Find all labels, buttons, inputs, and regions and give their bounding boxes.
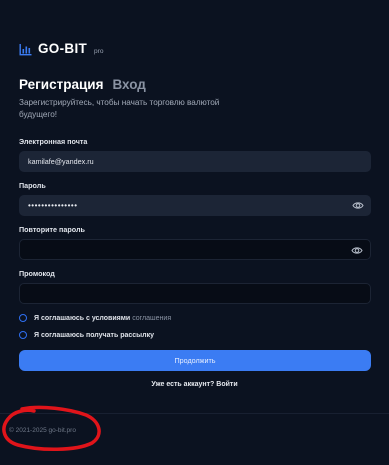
brand-logo[interactable]: GO-BIT pro — [19, 42, 103, 56]
tab-register[interactable]: Регистрация — [19, 77, 103, 92]
newsletter-label: Я соглашаюсь получать рассылку — [34, 331, 154, 339]
page-subtitle: Зарегистрируйтесь, чтобы начать торговлю… — [19, 98, 220, 119]
promo-field[interactable] — [29, 289, 361, 298]
login-prompt: Уже есть аккаунт? Войти — [0, 381, 389, 388]
auth-tabs: Регистрация Вход — [19, 77, 146, 92]
password-field[interactable] — [28, 201, 362, 210]
terms-checkbox-row[interactable]: Я соглашаюсь с условиями соглашения — [19, 314, 171, 322]
promo-field-container — [19, 283, 371, 304]
password-label: Пароль — [19, 181, 46, 190]
email-label: Электронная почта — [19, 137, 88, 146]
promo-label: Промокод — [19, 269, 55, 278]
email-field-container — [19, 151, 371, 172]
tab-login[interactable]: Вход — [112, 77, 145, 92]
terms-text: Я соглашаюсь с условиями — [34, 314, 131, 322]
continue-button[interactable]: Продолжить — [19, 350, 371, 371]
terms-label: Я соглашаюсь с условиями соглашения — [34, 315, 171, 322]
registration-page: GO-BIT pro Регистрация Вход Зарегистриру… — [0, 0, 389, 465]
bar-chart-icon — [19, 44, 32, 56]
footer-divider — [0, 413, 389, 414]
confirm-password-field[interactable] — [29, 245, 361, 254]
newsletter-checkbox-row[interactable]: Я соглашаюсь получать рассылку — [19, 331, 154, 339]
copyright-text: © 2021-2025 go-bit.pro — [9, 427, 76, 434]
login-link[interactable]: Войти — [216, 381, 237, 388]
email-field[interactable] — [28, 157, 362, 166]
login-prompt-text: Уже есть аккаунт? — [151, 381, 215, 388]
terms-checkbox[interactable] — [19, 314, 27, 322]
eye-icon[interactable] — [352, 200, 364, 211]
brand-name: GO-BIT — [38, 41, 88, 56]
brand-suffix: pro — [94, 48, 104, 55]
newsletter-checkbox[interactable] — [19, 331, 27, 339]
password-field-container — [19, 195, 371, 216]
terms-link[interactable]: соглашения — [132, 315, 171, 322]
eye-icon[interactable] — [351, 245, 363, 256]
confirm-password-field-container — [19, 239, 371, 260]
confirm-password-label: Повторите пароль — [19, 225, 85, 234]
